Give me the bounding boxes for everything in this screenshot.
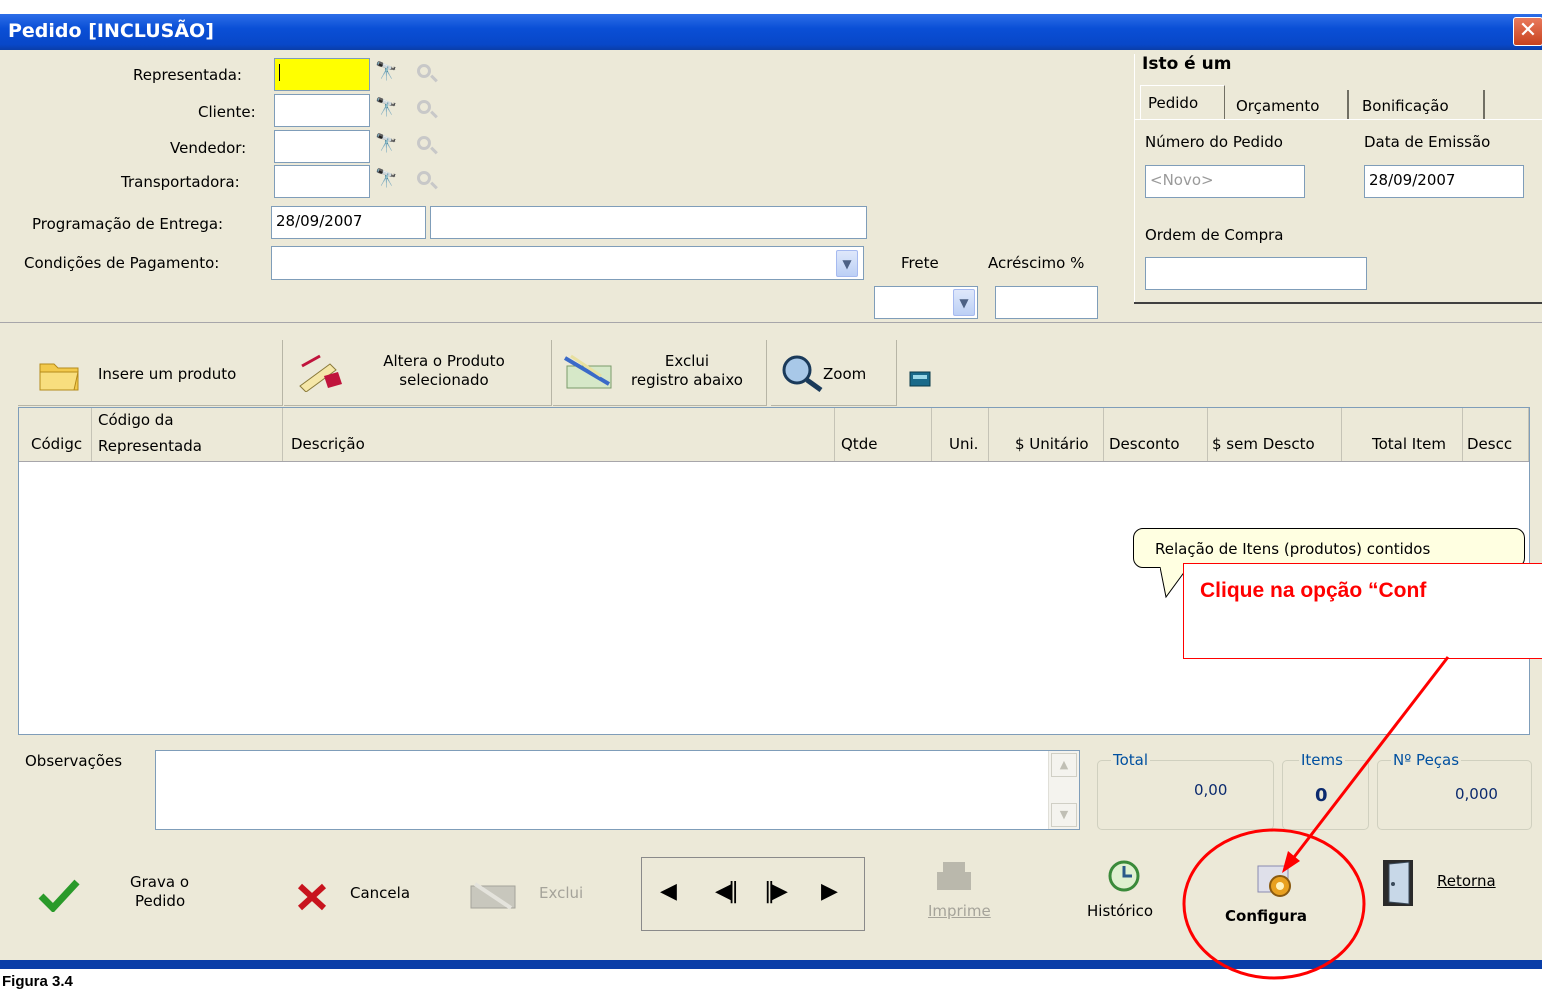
ordem-compra-label: Ordem de Compra	[1145, 226, 1284, 244]
acrescimo-input[interactable]	[995, 286, 1098, 319]
tipo-panel-left-edge	[1134, 54, 1135, 302]
altera-produto-button[interactable]: Altera o Produto selecionado	[284, 340, 552, 406]
separator	[0, 322, 1542, 323]
column-header[interactable]: Desconto	[1104, 408, 1208, 461]
scrollbar[interactable]: ▲ ▼	[1048, 751, 1079, 829]
annotation-callout: Clique na opção “Conf	[1183, 563, 1542, 659]
observacoes-textarea[interactable]: ▲ ▼	[155, 750, 1080, 830]
data-emissao-input[interactable]: 28/09/2007	[1364, 165, 1524, 198]
vendedor-input[interactable]	[274, 130, 370, 163]
cliente-input[interactable]	[274, 94, 370, 127]
folder-icon	[39, 363, 79, 391]
edit-icon	[299, 354, 342, 392]
scroll-down-icon[interactable]: ▼	[1051, 803, 1077, 827]
tab-bonificacao[interactable]: Bonificação	[1351, 90, 1485, 119]
close-button[interactable]: ✕	[1513, 17, 1542, 46]
cliente-label: Cliente:	[198, 103, 256, 121]
total-label: Total	[1111, 751, 1151, 769]
zoom-button[interactable]: Zoom	[771, 340, 897, 406]
chevron-down-icon[interactable]: ▼	[953, 289, 975, 316]
next-record-icon[interactable]: ‖▶	[764, 879, 788, 904]
frete-label: Frete	[901, 254, 939, 272]
column-header[interactable]: Uni.	[932, 408, 989, 461]
column-header[interactable]: $ Unitário	[989, 408, 1104, 461]
magnifier-icon[interactable]	[417, 64, 431, 78]
calculator-icon[interactable]	[909, 371, 931, 387]
transportadora-label: Transportadora:	[121, 173, 240, 191]
magnifier-icon[interactable]	[417, 100, 431, 114]
transportadora-input[interactable]	[274, 165, 370, 198]
tipo-heading: Isto é um	[1142, 54, 1232, 74]
column-header[interactable]: Qtde	[835, 408, 932, 461]
tipo-panel-bottom-edge	[1134, 302, 1542, 304]
printer-icon	[937, 862, 971, 890]
tab-orcamento[interactable]: Orçamento	[1226, 90, 1349, 119]
data-emissao-label: Data de Emissão	[1364, 133, 1491, 151]
column-header[interactable]: Descc	[1463, 408, 1529, 461]
chevron-down-icon[interactable]: ▼	[836, 250, 858, 277]
exclui-button[interactable]: Exclui	[465, 862, 605, 928]
zoom-icon	[782, 355, 823, 392]
numero-pedido-label: Número do Pedido	[1145, 133, 1283, 151]
scroll-up-icon[interactable]: ▲	[1051, 753, 1077, 777]
historico-button[interactable]: Histórico	[1082, 850, 1177, 930]
programacao-label: Programação de Entrega:	[32, 215, 224, 233]
delete-record-icon	[563, 354, 612, 389]
title-bar: Pedido [INCLUSÃO] ✕	[0, 14, 1542, 50]
acrescimo-label: Acréscimo %	[988, 254, 1085, 272]
ordem-compra-input[interactable]	[1145, 257, 1367, 290]
binoculars-icon[interactable]: 🔭	[375, 61, 397, 82]
representada-input[interactable]	[274, 58, 370, 91]
imprime-button[interactable]: Imprime	[915, 850, 1010, 930]
grava-pedido-button[interactable]: Grava o Pedido	[30, 862, 220, 928]
column-header[interactable]: $ sem Descto	[1208, 408, 1342, 461]
programacao-obs-input[interactable]	[430, 206, 867, 239]
tab-pedido[interactable]: Pedido	[1140, 85, 1225, 119]
first-record-icon[interactable]: ◀	[660, 879, 677, 904]
condicoes-label: Condições de Pagamento:	[24, 254, 220, 272]
record-navigator: ◀ ◀‖ ‖▶ ▶	[641, 857, 865, 931]
magnifier-icon[interactable]	[417, 136, 431, 150]
binoculars-icon[interactable]: 🔭	[375, 97, 397, 118]
column-header[interactable]: Código da Representada	[92, 408, 283, 461]
binoculars-icon[interactable]: 🔭	[375, 168, 397, 189]
delete-record-icon	[470, 882, 516, 910]
programacao-input[interactable]: 28/09/2007	[271, 206, 426, 239]
tooltip: Relação de Itens (produtos) contidos	[1133, 528, 1525, 568]
last-record-icon[interactable]: ▶	[821, 879, 838, 904]
column-header[interactable]: Total Item	[1342, 408, 1463, 461]
figure-caption: Figura 3.4	[2, 973, 73, 990]
binoculars-icon[interactable]: 🔭	[375, 133, 397, 154]
observacoes-label: Observações	[25, 752, 123, 770]
numero-pedido-input[interactable]: <Novo>	[1145, 165, 1305, 198]
previous-record-icon[interactable]: ◀‖	[715, 879, 739, 904]
grid-header: Códigc Código da Representada Descrição Q…	[19, 408, 1529, 462]
condicoes-select[interactable]	[271, 246, 864, 280]
annotation-arrow	[1182, 656, 1450, 980]
window-title: Pedido [INCLUSÃO]	[8, 20, 214, 42]
exclui-registro-button[interactable]: Exclui registro abaixo	[553, 340, 767, 406]
tab-divider	[1134, 119, 1542, 120]
vendedor-label: Vendedor:	[170, 139, 247, 157]
magnifier-icon[interactable]	[417, 171, 431, 185]
insere-produto-button[interactable]: Insere um produto	[18, 340, 283, 406]
history-icon	[1108, 860, 1140, 892]
cancela-button[interactable]: Cancela	[290, 862, 440, 928]
column-header[interactable]: Códigc	[19, 408, 92, 461]
representada-label: Representada:	[133, 66, 242, 84]
column-header[interactable]: Descrição	[283, 408, 835, 461]
close-icon	[297, 883, 327, 911]
checkmark-icon	[38, 879, 80, 912]
